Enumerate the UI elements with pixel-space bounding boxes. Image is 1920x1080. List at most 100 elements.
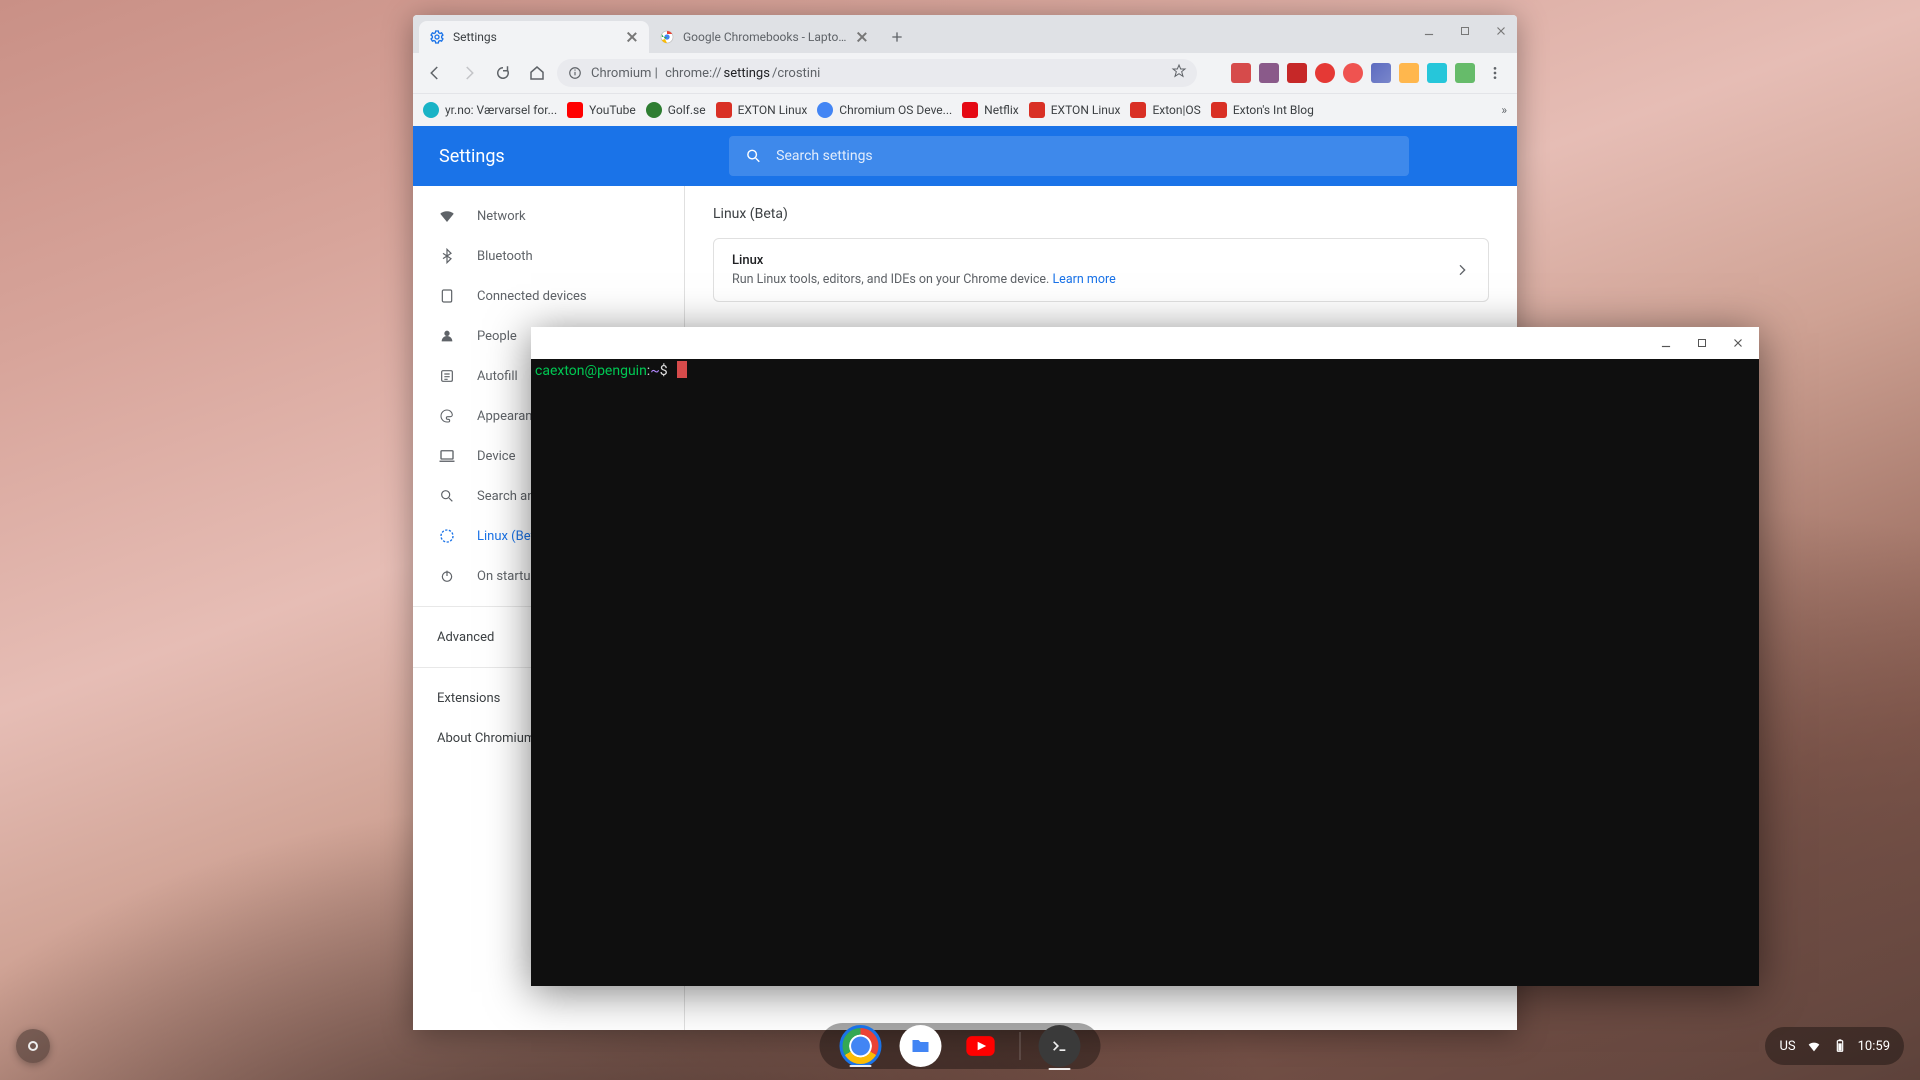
terminal-body[interactable]: caexton@penguin:~$ [531,359,1759,986]
window-close-button[interactable] [1489,19,1513,43]
launcher-button[interactable] [16,1029,50,1063]
sidebar-item-label: On startup [477,569,538,584]
shelf-divider [1020,1032,1021,1060]
nav-back-button[interactable] [421,59,449,87]
browser-menu-button[interactable] [1481,59,1509,87]
close-icon[interactable] [855,30,869,44]
extension-icon[interactable] [1315,63,1335,83]
search-icon [745,147,762,165]
terminal-titlebar [531,327,1759,359]
bookmark-item[interactable]: Netflix [962,102,1019,118]
clock: 10:59 [1858,1039,1890,1054]
site-info-icon[interactable] [567,65,583,81]
close-icon[interactable] [625,30,639,44]
shelf-app-terminal[interactable] [1039,1025,1081,1067]
new-tab-button[interactable] [883,23,911,51]
extension-icon[interactable] [1287,63,1307,83]
shelf-active-indicator [850,1065,872,1067]
extension-icon[interactable] [1343,63,1363,83]
nav-reload-button[interactable] [489,59,517,87]
bookmark-item[interactable]: Exton|OS [1130,102,1200,118]
tab-chromebooks[interactable]: Google Chromebooks - Laptops [649,21,879,53]
chevron-right-icon [1454,262,1470,278]
bookmark-item[interactable]: Exton's Int Blog [1211,102,1314,118]
terminal-prompt: caexton@penguin:~$ [535,363,671,379]
wifi-icon [1806,1038,1822,1054]
bookmark-item[interactable]: EXTON Linux [716,102,808,118]
bookmark-item[interactable]: Golf.se [646,102,706,118]
devices-icon [437,286,457,306]
bookmarks-overflow-button[interactable]: » [1501,103,1507,117]
sidebar-item-label: Device [477,449,516,464]
settings-gear-icon [429,29,445,45]
sidebar-item-bluetooth[interactable]: Bluetooth [413,236,684,276]
palette-icon [437,406,457,426]
laptop-icon [437,446,457,466]
sidebar-item-label: People [477,329,517,344]
bluetooth-icon [437,246,457,266]
extension-icon[interactable] [1203,63,1223,83]
nav-forward-button[interactable] [455,59,483,87]
window-close-button[interactable] [1723,331,1753,355]
window-maximize-button[interactable] [1687,331,1717,355]
nav-home-button[interactable] [523,59,551,87]
terminal-window: caexton@penguin:~$ [531,327,1759,986]
bookmark-item[interactable]: Chromium OS Deve... [817,102,952,118]
search-icon [437,486,457,506]
wifi-icon [437,206,457,226]
window-minimize-button[interactable] [1417,19,1441,43]
window-controls [1417,19,1513,43]
bookmark-star-icon[interactable] [1171,63,1187,83]
browser-toolbar: Chromium | chrome:// settings /crostini [413,53,1517,93]
extension-icon[interactable] [1231,63,1251,83]
launcher-icon [28,1041,38,1051]
chromeos-shelf: US 10:59 [10,1023,1910,1069]
bookmark-item[interactable]: EXTON Linux [1029,102,1121,118]
sidebar-item-label: Connected devices [477,289,587,304]
youtube-icon [964,1029,998,1063]
extension-icon[interactable] [1259,63,1279,83]
extension-icon[interactable] [1427,63,1447,83]
shelf-app-youtube[interactable] [960,1025,1002,1067]
autofill-icon [437,366,457,386]
search-settings[interactable] [729,136,1409,176]
bookmarks-bar: yr.no: Værvarsel for... YouTube Golf.se … [413,93,1517,126]
sidebar-item-network[interactable]: Network [413,196,684,236]
settings-header: Settings [413,126,1517,186]
search-settings-input[interactable] [776,148,1393,164]
tab-label: Google Chromebooks - Laptops [683,30,847,44]
extension-icon[interactable] [1399,63,1419,83]
desktop-wallpaper: Settings Google Chromebooks - Laptops [0,0,1920,1080]
terminal-icon [1050,1036,1070,1056]
extension-icon[interactable] [1371,63,1391,83]
linux-card[interactable]: Linux Run Linux tools, editors, and IDEs… [713,238,1489,302]
window-minimize-button[interactable] [1651,331,1681,355]
bookmark-item[interactable]: yr.no: Værvarsel for... [423,102,557,118]
person-icon [437,326,457,346]
shelf-app-chromium[interactable] [840,1025,882,1067]
files-icon [909,1034,933,1058]
extension-icon[interactable] [1455,63,1475,83]
linux-icon [437,526,457,546]
shelf-apps [820,1023,1101,1069]
sidebar-item-connected-devices[interactable]: Connected devices [413,276,684,316]
status-tray[interactable]: US 10:59 [1765,1027,1904,1065]
card-title: Linux [732,253,1116,268]
shelf-app-files[interactable] [900,1025,942,1067]
keyboard-layout: US [1779,1039,1795,1054]
tab-settings[interactable]: Settings [419,21,649,53]
bookmark-item[interactable]: YouTube [567,102,636,118]
tab-label: Settings [453,30,617,44]
shelf-active-indicator [1049,1068,1071,1070]
terminal-cursor [677,361,687,378]
tab-strip: Settings Google Chromebooks - Laptops [413,15,1517,53]
learn-more-link[interactable]: Learn more [1052,272,1115,287]
sidebar-item-label: Bluetooth [477,249,533,264]
window-maximize-button[interactable] [1453,19,1477,43]
battery-icon [1832,1038,1848,1054]
section-title: Linux (Beta) [713,206,1489,222]
address-bar[interactable]: Chromium | chrome:// settings /crostini [557,59,1197,87]
sidebar-item-label: Network [477,209,526,224]
extensions-row [1203,63,1475,83]
card-description: Run Linux tools, editors, and IDEs on yo… [732,272,1116,287]
